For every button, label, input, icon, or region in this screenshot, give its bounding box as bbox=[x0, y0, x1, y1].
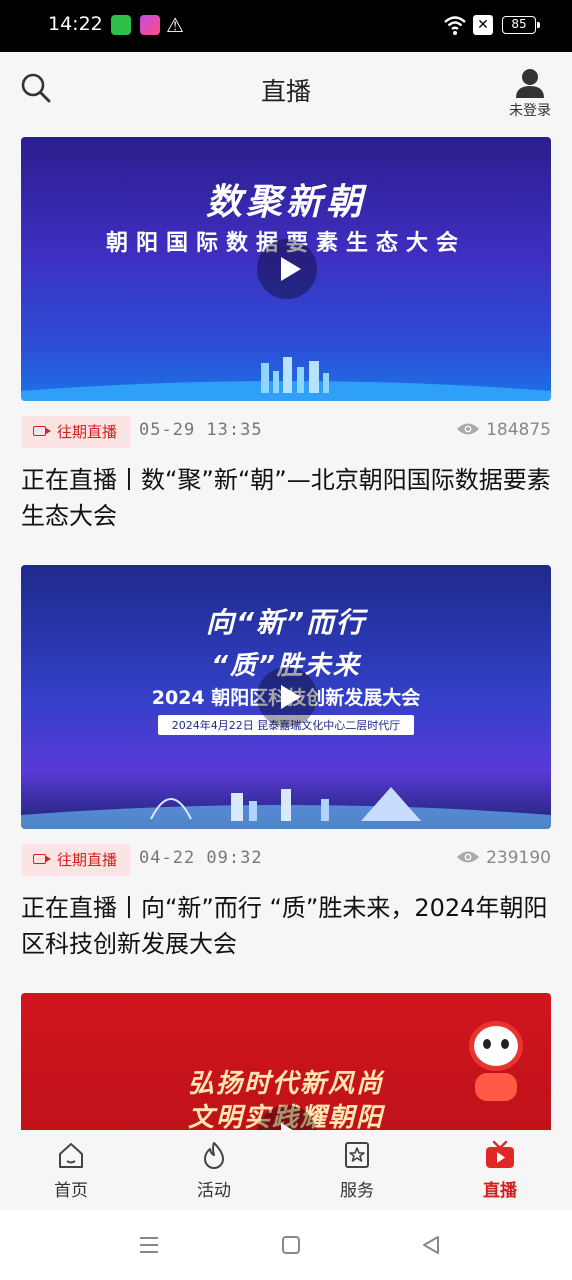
mascot-graphic bbox=[461, 1021, 531, 1101]
wifi-icon bbox=[444, 16, 466, 35]
replay-badge: 往期直播 bbox=[21, 416, 131, 448]
play-icon[interactable] bbox=[257, 239, 317, 299]
live-card[interactable]: 弘扬时代新风尚 文明实践耀朝阳 bbox=[0, 988, 572, 1130]
video-thumbnail[interactable]: 向“新”而行 “质”胜未来 2024 朝阳区科技创新发展大会 2024年4月22… bbox=[21, 565, 551, 829]
nav-service[interactable]: 服务 bbox=[317, 1140, 397, 1201]
nav-live[interactable]: 直播 bbox=[460, 1140, 540, 1201]
city-skyline-graphic bbox=[21, 787, 551, 829]
service-icon bbox=[345, 1142, 369, 1168]
post-date: 04-22 09:32 bbox=[139, 848, 263, 868]
app-header: 直播 未登录 bbox=[0, 52, 572, 132]
post-date: 05-29 13:35 bbox=[139, 420, 263, 440]
thumbnail-title: 数聚新朝 bbox=[205, 182, 366, 223]
nav-service-label: 服务 bbox=[340, 1181, 374, 1201]
eye-icon bbox=[457, 851, 480, 863]
activity-icon bbox=[204, 1142, 224, 1169]
user-icon bbox=[516, 69, 544, 98]
post-meta: 往期直播 05-29 13:35 184875 bbox=[21, 416, 551, 448]
nav-activity-label: 活动 bbox=[197, 1181, 231, 1201]
city-skyline-graphic bbox=[21, 357, 551, 401]
post-title[interactable]: 正在直播丨向“新”而行 “质”胜未来，2024年朝阳区科技创新发展大会 bbox=[21, 890, 556, 962]
live-card[interactable]: 向“新”而行 “质”胜未来 2024 朝阳区科技创新发展大会 2024年4月22… bbox=[0, 560, 572, 988]
view-count: 184875 bbox=[456, 420, 551, 440]
replay-badge: 往期直播 bbox=[21, 844, 131, 876]
thumbnail-title: 向“新”而行 bbox=[205, 606, 367, 639]
close-notification-icon: ✕ bbox=[473, 15, 493, 35]
nav-live-label: 直播 bbox=[483, 1181, 517, 1201]
battery-indicator: 85 bbox=[502, 16, 540, 34]
live-card[interactable]: 数聚新朝 朝阳国际数据要素生态大会 往期直播 05-29 13:35 18487… bbox=[0, 132, 572, 560]
user-login-button[interactable]: 未登录 bbox=[506, 68, 554, 124]
video-camera-icon bbox=[33, 854, 51, 864]
status-time: 14:22 bbox=[48, 13, 103, 35]
replay-badge-label: 往期直播 bbox=[57, 423, 118, 441]
home-icon bbox=[59, 1143, 83, 1168]
post-title[interactable]: 正在直播丨数“聚”新“朝”—北京朝阳国际数据要素生态大会 bbox=[21, 462, 556, 534]
view-count: 239190 bbox=[456, 848, 551, 868]
live-tv-icon bbox=[486, 1140, 514, 1168]
user-login-label: 未登录 bbox=[509, 103, 551, 119]
status-bar: 14:22 ⚠ ✕ 85 bbox=[0, 0, 572, 52]
view-count-value: 184875 bbox=[486, 420, 551, 440]
back-icon[interactable] bbox=[420, 1234, 442, 1256]
live-feed-list[interactable]: 数聚新朝 朝阳国际数据要素生态大会 往期直播 05-29 13:35 18487… bbox=[0, 132, 572, 1130]
menu-icon[interactable] bbox=[138, 1234, 160, 1256]
eye-icon bbox=[457, 423, 480, 435]
nav-home-label: 首页 bbox=[54, 1181, 88, 1201]
video-thumbnail[interactable]: 数聚新朝 朝阳国际数据要素生态大会 bbox=[21, 137, 551, 401]
post-meta: 往期直播 04-22 09:32 239190 bbox=[21, 844, 551, 876]
nav-home[interactable]: 首页 bbox=[31, 1140, 111, 1201]
bottom-navigation: 首页 活动 服务 直播 bbox=[0, 1130, 572, 1210]
replay-badge-label: 往期直播 bbox=[57, 851, 118, 869]
app-notification-icon bbox=[140, 15, 160, 35]
page-title: 直播 bbox=[260, 77, 311, 106]
app-notification-icon bbox=[111, 15, 131, 35]
home-square-icon[interactable] bbox=[280, 1234, 302, 1256]
video-camera-icon bbox=[33, 426, 51, 436]
play-icon[interactable] bbox=[257, 667, 317, 727]
nav-activity[interactable]: 活动 bbox=[174, 1140, 254, 1201]
video-thumbnail[interactable]: 弘扬时代新风尚 文明实践耀朝阳 bbox=[21, 993, 551, 1130]
view-count-value: 239190 bbox=[486, 848, 551, 868]
system-navigation-bar bbox=[0, 1210, 572, 1280]
warning-icon: ⚠ bbox=[166, 13, 184, 37]
